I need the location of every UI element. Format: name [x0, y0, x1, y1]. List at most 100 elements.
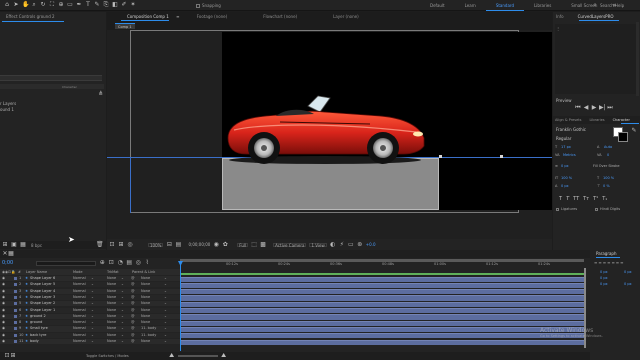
snapshot-icon[interactable]: ◉	[213, 241, 219, 248]
layer-name[interactable]: Shape Layer 6	[30, 276, 55, 281]
hand-tool-icon[interactable]: ✋	[22, 2, 29, 8]
layer-parent-select[interactable]: 11. body	[141, 326, 156, 331]
align-right-icon[interactable]: ≡	[603, 260, 606, 265]
visibility-icon[interactable]: ◉	[2, 314, 5, 319]
parent-pickwhip-icon[interactable]: @	[131, 320, 135, 325]
layer-trkmat-chevron-icon[interactable]: ⌄	[121, 289, 124, 294]
layer-parent-select[interactable]: None	[141, 301, 150, 306]
col-trkmat[interactable]: TrkMat	[107, 269, 119, 275]
layer-trkmat-chevron-icon[interactable]: ⌄	[121, 339, 124, 344]
layer-trkmat-select[interactable]: None	[107, 326, 116, 331]
tab-layer[interactable]: Layer (none)	[327, 13, 365, 21]
layer-mode-select[interactable]: Normal	[73, 276, 86, 281]
pen-tool-icon[interactable]: ✒	[76, 2, 82, 8]
tsume-value[interactable]: 0 %	[603, 184, 610, 188]
layer-parent-select[interactable]: None	[141, 276, 150, 281]
paragraph-tab[interactable]: Paragraph	[596, 251, 617, 256]
ligatures-option[interactable]: Ligatures	[556, 207, 577, 211]
layer-trkmat-chevron-icon[interactable]: ⌄	[121, 301, 124, 306]
parent-pickwhip-icon[interactable]: @	[131, 326, 135, 331]
align-center-icon[interactable]: ≡	[598, 260, 601, 265]
visibility-icon[interactable]: ◉	[2, 276, 5, 281]
visibility-icon[interactable]: ◉	[2, 308, 5, 313]
visibility-icon[interactable]: ◉	[2, 339, 5, 344]
layer-trkmat-select[interactable]: None	[107, 276, 116, 281]
layer-parent-chevron-icon[interactable]: ⌄	[164, 276, 167, 281]
layer-label-color[interactable]	[14, 283, 17, 287]
layer-mode-select[interactable]: Normal	[73, 295, 86, 300]
layer-trkmat-select[interactable]: None	[107, 333, 116, 338]
layer-duration-bar[interactable]	[181, 339, 584, 345]
layer-parent-chevron-icon[interactable]: ⌄	[164, 320, 167, 325]
layer-trkmat-chevron-icon[interactable]: ⌄	[121, 314, 124, 319]
hindi-digits-checkbox[interactable]	[595, 207, 598, 211]
layer-parent-chevron-icon[interactable]: ⌄	[164, 301, 167, 306]
layer-trkmat-select[interactable]: None	[107, 301, 116, 306]
layer-search-input[interactable]	[36, 260, 97, 266]
transparency-grid-icon[interactable]: ▩	[260, 241, 266, 248]
mask-icon[interactable]: ◎	[127, 241, 133, 248]
space-before-value[interactable]: 0 px	[600, 282, 608, 286]
layer-label-color[interactable]	[14, 333, 17, 337]
selection-tool-icon[interactable]: ➤	[13, 2, 19, 8]
tab-footage[interactable]: Footage (none)	[191, 13, 233, 21]
next-frame-icon[interactable]: ▶|	[599, 105, 606, 111]
parent-pickwhip-icon[interactable]: @	[131, 339, 135, 344]
scrollbar-track[interactable]	[636, 22, 639, 96]
parent-pickwhip-icon[interactable]: @	[131, 308, 135, 313]
layer-mode-chevron-icon[interactable]: ⌄	[91, 326, 94, 331]
visibility-icon[interactable]: ◉	[2, 282, 5, 287]
layer-handle-left[interactable]	[439, 155, 442, 158]
layer-row[interactable]: ◉ 11 ★ body Normal ⌄ None ⌄ @ None ⌄	[0, 339, 180, 345]
play-icon[interactable]: ▶	[591, 105, 597, 111]
vert-scale-value[interactable]: 100 %	[561, 176, 572, 180]
layer-trkmat-chevron-icon[interactable]: ⌄	[121, 320, 124, 325]
roi-icon[interactable]: ⬚	[251, 241, 257, 248]
layer-duration-bar[interactable]	[181, 308, 584, 314]
layer-trkmat-chevron-icon[interactable]: ⌄	[121, 308, 124, 313]
left-panel-item-2[interactable]: ound 1	[0, 107, 14, 112]
parent-pickwhip-icon[interactable]: @	[131, 314, 135, 319]
toggle-pixel-icon[interactable]: ◐	[330, 241, 336, 248]
zoom-in-icon[interactable]: ⛰	[221, 353, 227, 359]
faux-bold-button[interactable]: T	[559, 196, 562, 202]
layer-row[interactable]: ◉ 5 ★ Shape Layer 2 Normal ⌄ None ⌄ @ None ⌄	[0, 301, 180, 307]
clone-stamp-icon[interactable]: ⎘	[103, 2, 109, 8]
layer-trkmat-select[interactable]: None	[107, 339, 116, 344]
flowchart-icon[interactable]: ⊛	[357, 241, 363, 248]
parent-pickwhip-icon[interactable]: @	[131, 333, 135, 338]
layer-mode-select[interactable]: Normal	[73, 301, 86, 306]
layer-name[interactable]: ground	[30, 320, 42, 325]
layer-trkmat-select[interactable]: None	[107, 282, 116, 287]
grid-icon[interactable]: ⊞	[118, 241, 124, 248]
snapping-toggle[interactable]: Snapping	[196, 3, 221, 8]
superscript-button[interactable]: T¹	[593, 196, 598, 202]
layer-parent-chevron-icon[interactable]: ⌄	[164, 295, 167, 300]
tab-menu-icon[interactable]: ≡	[175, 14, 181, 20]
tab-align-presets[interactable]: Align & Presets	[553, 116, 583, 124]
leading-value[interactable]: Auto	[604, 145, 612, 149]
layer-duration-bar[interactable]	[181, 282, 584, 289]
layer-parent-select[interactable]: 11. body	[141, 333, 156, 338]
stroke-width-value[interactable]: 0 px	[561, 164, 569, 168]
visibility-icon[interactable]: ◉	[2, 333, 5, 338]
layer-trkmat-chevron-icon[interactable]: ⌄	[121, 326, 124, 331]
layer-label-color[interactable]	[14, 302, 17, 306]
justify-left-icon[interactable]: ≡	[607, 260, 610, 265]
layer-trkmat-select[interactable]: None	[107, 314, 116, 319]
layer-row[interactable]: ◉ 7 ★ ground 2 Normal ⌄ None ⌄ @ None ⌄	[0, 313, 180, 319]
indent-first-value[interactable]: 0 px	[600, 276, 608, 280]
stroke-type-select[interactable]: Fill Over Stroke	[593, 164, 619, 168]
comp-flow-icon[interactable]: ⊕	[99, 260, 105, 266]
layer-mode-chevron-icon[interactable]: ⌄	[91, 276, 94, 281]
layer-duration-bar[interactable]	[181, 326, 584, 333]
font-style-select[interactable]: Regular	[556, 136, 606, 142]
layer-mode-chevron-icon[interactable]: ⌄	[91, 314, 94, 319]
last-frame-icon[interactable]: ⏭	[607, 105, 613, 111]
hierarchy-icon[interactable]: ⋔	[98, 91, 104, 97]
layer-name[interactable]: Shape Layer 5	[30, 282, 55, 287]
layer-row[interactable]: ◉ 1 ★ Shape Layer 6 Normal ⌄ None ⌄ @ None ⌄	[0, 276, 180, 282]
timeline-timecode[interactable]: 0;00	[2, 260, 13, 266]
justify-right-icon[interactable]: ≡	[616, 260, 619, 265]
workspace-learn[interactable]: Learn	[455, 0, 486, 11]
